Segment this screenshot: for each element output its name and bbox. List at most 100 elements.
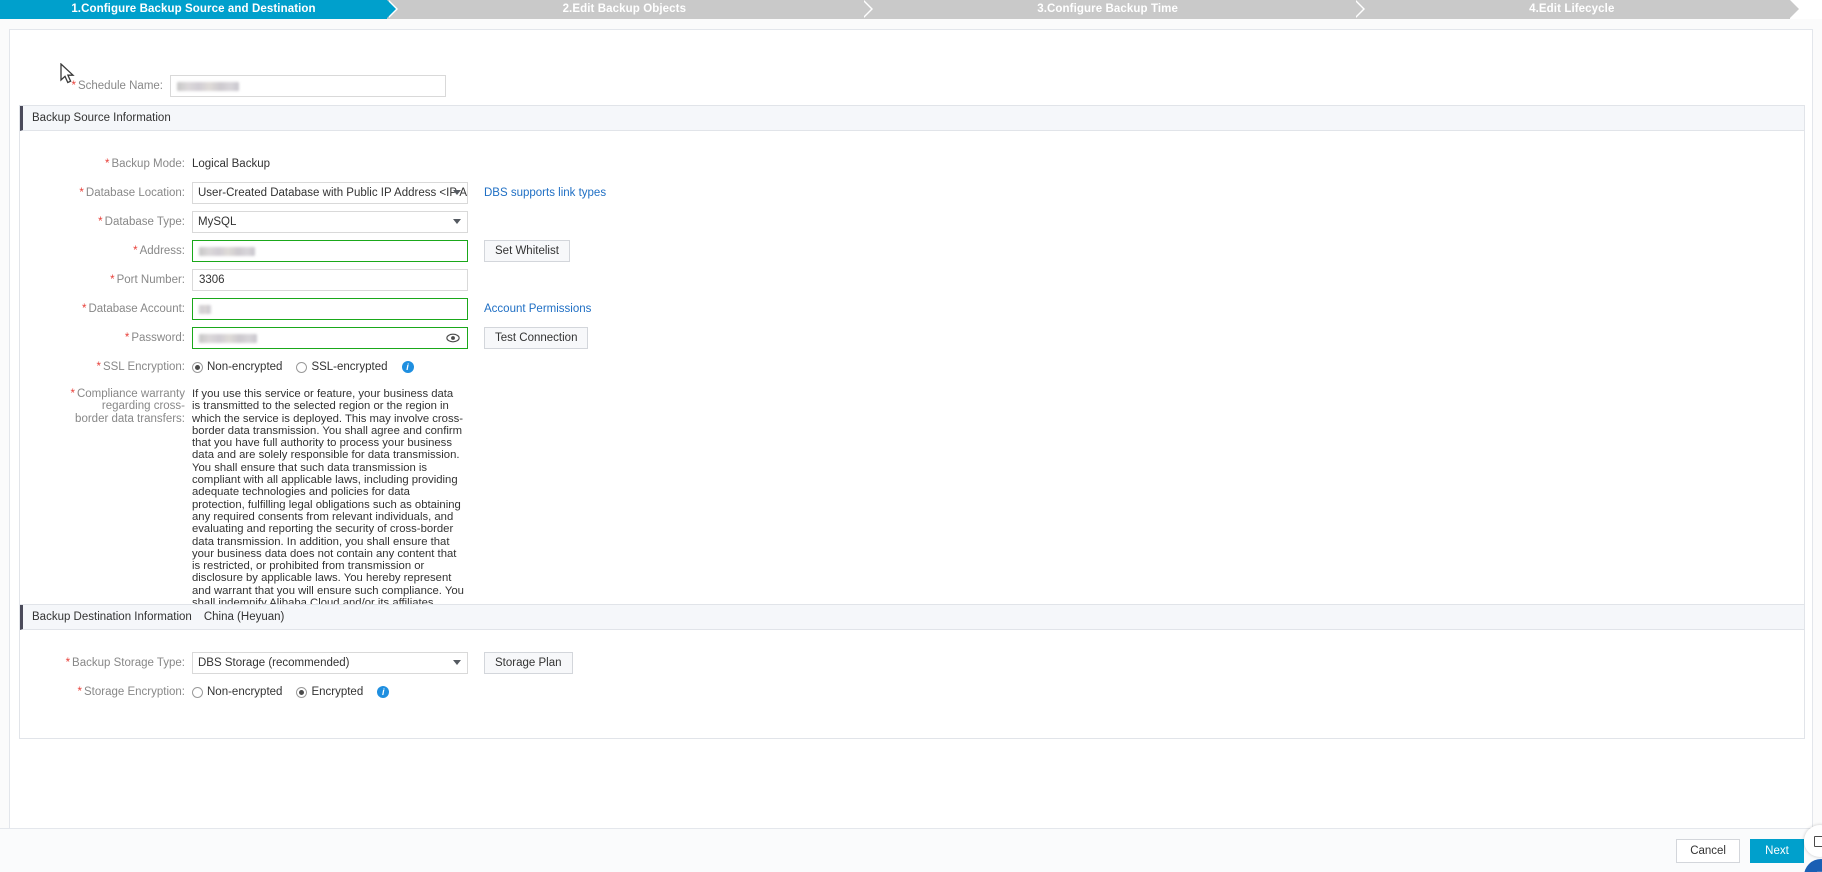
backup-destination-body: * Backup Storage Type: DBS Storage (recom…	[20, 630, 1804, 738]
dbs-supports-link-types-link[interactable]: DBS supports link types	[484, 182, 606, 204]
storage-non-encrypted-label: Non-encrypted	[207, 686, 283, 698]
required-asterisk: *	[133, 245, 138, 257]
document-icon	[1814, 835, 1822, 847]
required-asterisk: *	[124, 332, 130, 344]
cancel-button[interactable]: Cancel	[1676, 838, 1740, 863]
required-asterisk: *	[79, 187, 84, 199]
required-asterisk: *	[71, 80, 76, 92]
ssl-encryption-row: * SSL Encryption: Non-encrypted SSL-encry…	[20, 356, 1804, 378]
backup-destination-region: China (Heyuan)	[203, 611, 285, 623]
schedule-name-label: * Schedule Name:	[71, 80, 163, 92]
radio-dot-selected	[192, 361, 203, 373]
storage-encryption-radio-group: Non-encrypted Encrypted i	[192, 681, 390, 703]
compliance-label: * Compliance warranty regarding cross- bo…	[20, 388, 192, 425]
required-asterisk: *	[110, 274, 115, 286]
step-4-arrow	[1790, 0, 1800, 18]
backup-storage-type-row: * Backup Storage Type: DBS Storage (recom…	[20, 652, 1804, 674]
password-label: * Password:	[124, 332, 185, 344]
test-connection-button[interactable]: Test Connection	[484, 327, 589, 349]
wizard-step-1-label: 1.Configure Backup Source and Destinatio…	[71, 3, 316, 15]
backup-mode-value: Logical Backup	[192, 158, 270, 170]
footer-bar: Cancel Next	[0, 828, 1822, 872]
ssl-non-encrypted-radio[interactable]: Non-encrypted	[192, 361, 282, 373]
backup-storage-type-control: DBS Storage (recommended)	[192, 652, 468, 674]
radio-dot-selected	[296, 686, 308, 698]
wizard-step-3[interactable]: 3.Configure Backup Time	[861, 0, 1365, 19]
storage-encrypted-label: Encrypted	[311, 686, 364, 698]
step-3-arrow	[1353, 0, 1363, 18]
schedule-name-masked-value	[177, 81, 239, 91]
database-location-value: User-Created Database with Public IP Add…	[198, 187, 468, 199]
password-control	[192, 327, 468, 349]
database-type-row: * Database Type: MySQL	[20, 211, 1804, 233]
address-row: * Address: Set Whitelist	[20, 240, 1804, 262]
database-location-label: * Database Location:	[79, 187, 185, 199]
wizard-step-bar: 1.Configure Backup Source and Destinatio…	[0, 0, 1822, 19]
info-icon[interactable]: i	[401, 361, 414, 373]
required-asterisk: *	[70, 388, 75, 400]
password-input[interactable]	[192, 327, 468, 349]
storage-encrypted-radio[interactable]: Encrypted	[296, 686, 363, 698]
required-asterisk: *	[81, 303, 87, 315]
backup-storage-type-value: DBS Storage (recommended)	[198, 657, 350, 669]
page-body: * Schedule Name: Backup Source Informatio…	[0, 19, 1822, 872]
account-permissions-link[interactable]: Account Permissions	[484, 298, 591, 320]
ssl-encryption-radio-group: Non-encrypted SSL-encrypted i	[192, 356, 414, 378]
wizard-step-3-label: 3.Configure Backup Time	[1037, 3, 1178, 15]
radio-dot	[192, 686, 203, 698]
wizard-step-2-label: 2.Edit Backup Objects	[562, 3, 687, 15]
backup-source-title: Backup Source Information	[32, 112, 171, 124]
database-location-select[interactable]: User-Created Database with Public IP Add…	[192, 182, 468, 204]
password-masked-value	[199, 333, 257, 343]
step-2-arrow	[861, 0, 871, 18]
set-whitelist-button[interactable]: Set Whitelist	[484, 240, 570, 262]
compliance-label-line2: border data transfers:	[75, 412, 185, 425]
backup-mode-label: * Backup Mode:	[105, 158, 185, 170]
required-asterisk: *	[77, 686, 82, 698]
database-account-label: * Database Account:	[81, 303, 185, 315]
database-account-row: * Database Account: Account Permissions	[20, 298, 1804, 320]
required-asterisk: *	[98, 216, 103, 228]
backup-storage-type-select[interactable]: DBS Storage (recommended)	[192, 652, 468, 674]
port-number-value: 3306	[199, 274, 225, 286]
address-label: * Address:	[133, 245, 185, 257]
ssl-non-encrypted-label: Non-encrypted	[207, 361, 283, 373]
ssl-encrypted-radio[interactable]: SSL-encrypted	[296, 361, 388, 373]
schedule-name-input[interactable]	[170, 75, 446, 97]
wizard-step-4-label: 4.Edit Lifecycle	[1529, 3, 1615, 15]
port-number-label: * Port Number:	[110, 274, 185, 286]
step-1-arrow	[387, 0, 396, 18]
storage-encryption-row: * Storage Encryption: Non-encrypted Encry…	[20, 681, 1804, 703]
address-input[interactable]	[192, 240, 468, 262]
radio-dot	[296, 361, 308, 373]
database-type-label: * Database Type:	[98, 216, 185, 228]
storage-non-encrypted-radio[interactable]: Non-encrypted	[192, 686, 282, 698]
backup-mode-row: * Backup Mode: Logical Backup	[20, 153, 1804, 175]
backup-source-header: Backup Source Information	[20, 106, 1804, 131]
ssl-encrypted-label: SSL-encrypted	[311, 361, 388, 373]
port-number-input[interactable]: 3306	[192, 269, 468, 291]
database-location-control: User-Created Database with Public IP Add…	[192, 182, 468, 204]
database-type-select[interactable]: MySQL	[192, 211, 468, 233]
wizard-step-4[interactable]: 4.Edit Lifecycle	[1353, 0, 1800, 19]
backup-destination-section: Backup Destination Information China (He…	[19, 604, 1805, 739]
password-row: * Password: Test Connection	[20, 327, 1804, 349]
wizard-step-2[interactable]: 2.Edit Backup Objects	[387, 0, 873, 19]
database-type-value: MySQL	[198, 216, 237, 228]
info-icon[interactable]: i	[377, 686, 390, 698]
eye-icon[interactable]	[446, 331, 460, 345]
schedule-name-row: * Schedule Name:	[10, 75, 530, 97]
next-button[interactable]: Next	[1750, 838, 1804, 863]
backup-storage-type-label: * Backup Storage Type:	[65, 657, 185, 669]
backup-destination-title: Backup Destination Information	[32, 611, 192, 623]
storage-plan-button[interactable]: Storage Plan	[484, 652, 573, 674]
database-account-input[interactable]	[192, 298, 468, 320]
required-asterisk: *	[65, 657, 71, 669]
ssl-encryption-label: * SSL Encryption:	[96, 361, 185, 373]
backup-destination-header: Backup Destination Information China (He…	[20, 605, 1804, 630]
database-type-control: MySQL	[192, 211, 468, 233]
wizard-step-1[interactable]: 1.Configure Backup Source and Destinatio…	[0, 0, 398, 19]
required-asterisk: *	[105, 158, 110, 170]
compliance-label-line1: * Compliance warranty regarding cross-	[70, 388, 186, 413]
address-masked-value	[199, 246, 255, 256]
